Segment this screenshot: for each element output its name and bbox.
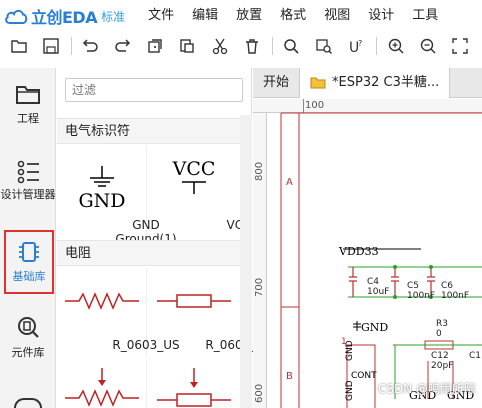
find-replace-icon[interactable] xyxy=(313,35,334,57)
undo-icon[interactable] xyxy=(80,35,101,57)
section-title[interactable]: 电气标识符 xyxy=(57,118,252,144)
tab-label: 开始 xyxy=(263,75,290,90)
net-label: VDD33 xyxy=(339,245,379,258)
toolbar-divider xyxy=(271,37,273,55)
save-icon[interactable] xyxy=(40,35,61,57)
menu-design[interactable]: 设计 xyxy=(359,0,403,32)
document-tabs: 开始 *ESP32 C3半糖... xyxy=(253,68,482,98)
section-title[interactable]: 电阻 xyxy=(57,240,252,266)
border-mark: A xyxy=(286,177,293,188)
potentiometer-eu-icon xyxy=(157,368,231,407)
watermark: CSDN @鸣雨所际 xyxy=(378,382,477,396)
component-ref: C12 xyxy=(431,351,449,361)
zoom-out-icon[interactable] xyxy=(417,35,438,57)
vcc-symbol-icon xyxy=(182,181,206,194)
pin-text: GND xyxy=(345,380,355,401)
schematic-folder-icon xyxy=(310,77,326,89)
library-item-potentiometer-us[interactable] xyxy=(57,360,147,408)
schematic-canvas[interactable]: 100 800 700 600 A B VDD33 GND C4 10uF C5… xyxy=(253,99,482,408)
library-item-resistor-us[interactable]: R_0603_US xyxy=(57,268,180,356)
search-icon[interactable] xyxy=(281,35,302,57)
redo-icon[interactable] xyxy=(112,35,133,57)
component-ref: C4 xyxy=(367,277,380,287)
menu-view[interactable]: 视图 xyxy=(315,0,359,32)
toolbar-divider xyxy=(70,37,72,55)
component-ref: C1 xyxy=(469,351,482,361)
sidebar-item-label: 基础库 xyxy=(12,270,46,283)
component-ref: C6 xyxy=(441,281,454,291)
component-ref: R3 xyxy=(436,319,448,329)
sidebar-item-label: 设计管理器 xyxy=(0,188,56,201)
svg-text:?: ? xyxy=(358,39,362,48)
sidebar-item-label: 工程 xyxy=(17,112,39,125)
menu-items: 文件 编辑 放置 格式 视图 设计 工具 xyxy=(139,0,447,32)
sidebar-item-design-manager[interactable]: 设计管理器 xyxy=(0,160,56,201)
sidebar-more-icon[interactable] xyxy=(14,398,42,408)
chip-icon xyxy=(19,242,39,262)
component-value: 10uF xyxy=(367,287,390,297)
gnd-symbol-text: GND xyxy=(78,190,126,212)
project-folder-icon xyxy=(16,86,40,104)
list-tree-icon xyxy=(17,160,39,184)
sidebar-item-component-library[interactable]: 元件库 xyxy=(0,316,56,360)
copy-icon[interactable] xyxy=(144,35,165,57)
resistor-us-icon xyxy=(65,292,139,310)
menu-place[interactable]: 放置 xyxy=(227,0,271,32)
fit-icon[interactable] xyxy=(450,35,471,57)
menu-format[interactable]: 格式 xyxy=(271,0,315,32)
logo-text: 立创EDA xyxy=(31,8,98,27)
open-folder-icon[interactable] xyxy=(8,35,29,57)
component-value: 100nF xyxy=(407,291,436,301)
tab-start[interactable]: 开始 xyxy=(253,68,301,98)
delete-icon[interactable] xyxy=(241,35,262,57)
app-logo[interactable]: 立创EDA 标准 xyxy=(0,0,125,32)
paste-icon[interactable] xyxy=(177,35,198,57)
toolbar-divider xyxy=(375,37,377,55)
library-item-gnd[interactable]: GND GND Ground(1) xyxy=(57,146,177,246)
toolbar: U? xyxy=(0,32,482,60)
tab-label: *ESP32 C3半糖... xyxy=(332,75,440,90)
sidebar-item-basic-library[interactable]: 基础库 xyxy=(4,230,54,294)
net-label: GND xyxy=(361,321,389,334)
left-sidebar: 工程 设计管理器 基础库 元件库 xyxy=(0,68,56,408)
cut-icon[interactable] xyxy=(209,35,230,57)
sidebar-item-label: 元件库 xyxy=(11,346,45,359)
panel-scrollbar[interactable] xyxy=(240,115,252,408)
library-item-resistor-eu[interactable]: R_0603_EU xyxy=(149,268,273,356)
filter-input[interactable] xyxy=(65,78,243,102)
menu-bar: 立创EDA 标准 文件 编辑 放置 格式 视图 设计 工具 xyxy=(0,0,482,32)
u-query-icon[interactable]: U? xyxy=(346,35,367,57)
library-panel: 电气标识符 GND GND Ground(1) VCC VCC 电阻 R_060… xyxy=(57,68,273,408)
component-search-icon xyxy=(18,317,39,338)
cloud-logo-icon xyxy=(5,9,28,24)
component-ref: C5 xyxy=(407,281,420,291)
menu-tools[interactable]: 工具 xyxy=(403,0,447,32)
pin-text: GND xyxy=(345,340,355,361)
zoom-in-icon[interactable] xyxy=(385,35,406,57)
library-item-vcc[interactable]: VCC VCC xyxy=(149,146,252,236)
menu-file[interactable]: 文件 xyxy=(139,0,183,32)
menu-edit[interactable]: 编辑 xyxy=(183,0,227,32)
component-value: 0 xyxy=(436,329,442,339)
logo-edition: 标准 xyxy=(101,9,126,24)
sidebar-item-project[interactable]: 工程 xyxy=(0,82,56,126)
border-mark: B xyxy=(286,371,293,382)
resistor-eu-icon xyxy=(157,294,231,308)
component-value: 20pF xyxy=(431,361,454,371)
library-item-potentiometer-eu[interactable] xyxy=(149,360,239,408)
tab-schematic[interactable]: *ESP32 C3半糖... xyxy=(300,68,451,98)
component-value: 100nF xyxy=(441,291,470,301)
potentiometer-us-icon xyxy=(65,368,139,407)
